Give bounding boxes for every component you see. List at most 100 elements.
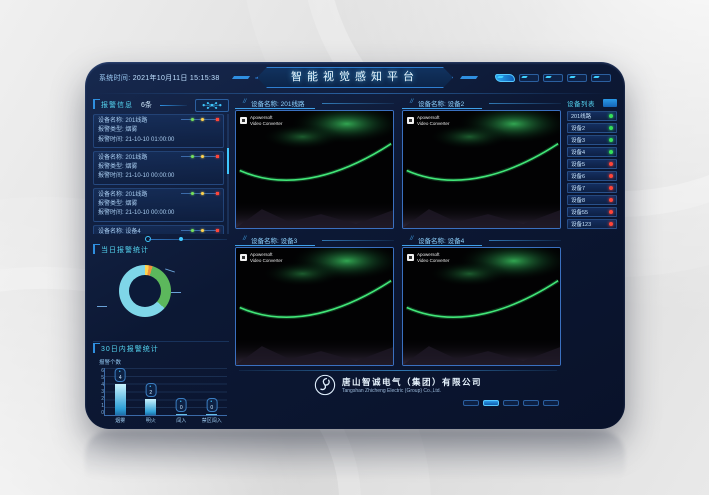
today-stats-title: 当日报警统计 xyxy=(93,243,229,257)
alarm-level-indicator xyxy=(181,229,219,232)
device-name: 设备2 xyxy=(571,124,585,132)
bar xyxy=(206,414,217,415)
video-panel-title: 设备名称: 设备2 xyxy=(418,101,464,108)
device-list-item[interactable]: 设备5 xyxy=(567,159,617,169)
y-tick-label: 2 xyxy=(95,396,104,402)
device-status-dot xyxy=(609,210,613,214)
video-panel[interactable]: 设备名称: 设备3 xyxy=(235,235,394,366)
device-list-item[interactable]: 设备6 xyxy=(567,171,617,181)
device-list-item[interactable]: 设备4 xyxy=(567,147,617,157)
video-feed[interactable]: Apowersoft Video Converter xyxy=(235,247,394,366)
card-body: 报警信息 6条 xyxy=(85,94,625,425)
y-tick-label: 4 xyxy=(95,382,104,388)
video-panel-header: 设备名称: 设备2 xyxy=(402,98,561,110)
watermark-line2: Video Converter xyxy=(250,258,282,264)
video-feed[interactable]: Apowersoft Video Converter xyxy=(402,247,561,366)
video-panel-title: 设备名称: 201线路 xyxy=(251,101,304,108)
device-list-item[interactable]: 设备55 xyxy=(567,207,617,217)
device-list-more-button[interactable] xyxy=(603,99,617,107)
watermark-line2: Video Converter xyxy=(417,121,449,127)
alarm-level-indicator xyxy=(181,118,219,121)
video-feed[interactable]: Apowersoft Video Converter xyxy=(235,110,394,229)
device-name: 设备6 xyxy=(571,172,585,180)
company-name-cn: 唐山智诚电气（集团）有限公司 xyxy=(342,376,482,388)
device-list: 201线路 设备2 设备3 设备4 设备5 xyxy=(567,111,617,229)
bar-column: 2 明火 xyxy=(144,368,158,415)
header-bar: 系统时间: 2021年10月11日 15:15:38 智能视觉感知平台 xyxy=(85,62,625,94)
y-tick-label: 0 xyxy=(95,410,104,416)
alarm-panel-title: 报警信息 xyxy=(93,98,133,112)
nav-button[interactable] xyxy=(567,74,587,82)
video-feed[interactable]: Apowersoft Video Converter xyxy=(402,110,561,229)
alarm-list-item[interactable]: 设备名称: 201线路 报警类型: 烟雾 报警时间: 21-10-10 00:0… xyxy=(93,188,224,222)
video-panel[interactable]: 设备名称: 设备2 xyxy=(402,98,561,229)
video-panel-title: 设备名称: 设备4 xyxy=(418,238,464,245)
alarm-list-item[interactable]: 设备名称: 201线路 报警类型: 烟雾 报警时间: 21-10-10 00:0… xyxy=(93,151,224,185)
video-frame-art xyxy=(236,248,393,365)
view-count-button[interactable] xyxy=(503,400,519,406)
today-stats-donut-chart xyxy=(119,265,171,317)
right-column: 设备列表 201线路 设备2 设备3 xyxy=(567,98,617,425)
footer: 唐山智诚电气（集团）有限公司 Tangshan Zhicheng Electri… xyxy=(235,370,561,406)
alarm-level-indicator xyxy=(181,192,219,195)
video-panel[interactable]: 设备名称: 设备4 xyxy=(402,235,561,366)
alarm-list-item[interactable]: 设备名称: 201线路 报警类型: 烟雾 报警时间: 21-10-10 01:0… xyxy=(93,114,224,148)
bar-chart-plot-area: 4 烟雾 2 明火 0 xyxy=(104,368,227,416)
nav-button[interactable] xyxy=(495,74,515,82)
view-count-button[interactable] xyxy=(523,400,539,406)
video-frame-art xyxy=(403,111,560,228)
device-name: 设备8 xyxy=(571,196,585,204)
video-panel[interactable]: 设备名称: 201线路 xyxy=(235,98,394,229)
video-panel-header: 设备名称: 201线路 xyxy=(235,98,394,110)
bar-category-label: 烟雾 xyxy=(115,417,125,424)
bar-column: 0 闯入 xyxy=(174,368,188,415)
device-list-item[interactable]: 设备3 xyxy=(567,135,617,145)
page-title: 智能视觉感知平台 xyxy=(257,67,453,88)
view-count-button[interactable] xyxy=(543,400,559,406)
device-list-item[interactable]: 设备8 xyxy=(567,195,617,205)
bar-column: 0 禁区闯入 xyxy=(205,368,219,415)
company-logo-icon xyxy=(314,374,336,396)
bar xyxy=(145,399,156,415)
nav-button[interactable] xyxy=(591,74,611,82)
bar-chart-y-axis: 0123456 xyxy=(95,368,104,425)
alarm-time-line: 报警时间: 21-10-10 00:00:00 xyxy=(98,172,219,181)
page-background: 系统时间: 2021年10月11日 15:15:38 智能视觉感知平台 报警信息… xyxy=(0,0,709,495)
device-list-item[interactable]: 设备7 xyxy=(567,183,617,193)
bar-column: 4 烟雾 xyxy=(113,368,127,415)
device-list-item[interactable]: 设备2 xyxy=(567,123,617,133)
company-name-en: Tangshan Zhicheng Electric (Group) Co.,L… xyxy=(342,388,482,394)
video-watermark: Apowersoft Video Converter xyxy=(407,252,449,264)
device-list-title: 设备列表 xyxy=(567,98,595,108)
alarm-time-line: 报警时间: 21-10-10 01:00:00 xyxy=(98,136,219,145)
bar-chart-bars: 4 烟雾 2 明火 0 xyxy=(105,368,227,415)
nav-button[interactable] xyxy=(543,74,563,82)
y-tick-label: 1 xyxy=(95,403,104,409)
watermark-line2: Video Converter xyxy=(417,258,449,264)
watermark-line2: Video Converter xyxy=(250,121,282,127)
company-block: 唐山智诚电气（集团）有限公司 Tangshan Zhicheng Electri… xyxy=(235,374,561,396)
alarm-scrollbar-thumb[interactable] xyxy=(227,148,229,174)
bar-category-label: 闯入 xyxy=(176,417,186,424)
title-wing-right-icon xyxy=(460,76,478,79)
bar-category-label: 明火 xyxy=(146,417,156,424)
video-frame-art xyxy=(236,111,393,228)
nav-button[interactable] xyxy=(519,74,539,82)
circuit-decor xyxy=(93,235,229,243)
alarm-list-item[interactable]: 设备名称: 设备4 报警类型: 明火 报警时间: 21-10-10 00:00:… xyxy=(93,225,224,234)
monthly-stats-title: 30日内报警统计 xyxy=(93,342,229,356)
device-name: 设备7 xyxy=(571,184,585,192)
watermark-logo-icon xyxy=(407,117,414,124)
alarm-list: 设备名称: 201线路 报警类型: 烟雾 报警时间: 21-10-10 01:0… xyxy=(93,114,229,234)
alarm-type-line: 报警类型: 烟雾 xyxy=(98,200,219,209)
device-list-item[interactable]: 201线路 xyxy=(567,111,617,121)
view-count-button[interactable] xyxy=(463,400,479,406)
alarm-level-indicator xyxy=(181,155,219,158)
device-list-item[interactable]: 设备123 xyxy=(567,219,617,229)
system-time-label: 系统时间: xyxy=(99,75,130,82)
bar-value-label: 4 xyxy=(115,368,126,382)
system-time: 系统时间: 2021年10月11日 15:15:38 xyxy=(99,73,220,83)
view-count-button[interactable] xyxy=(483,400,499,406)
bar-value-label: 0 xyxy=(206,398,217,412)
alarm-header-rule xyxy=(160,105,187,106)
